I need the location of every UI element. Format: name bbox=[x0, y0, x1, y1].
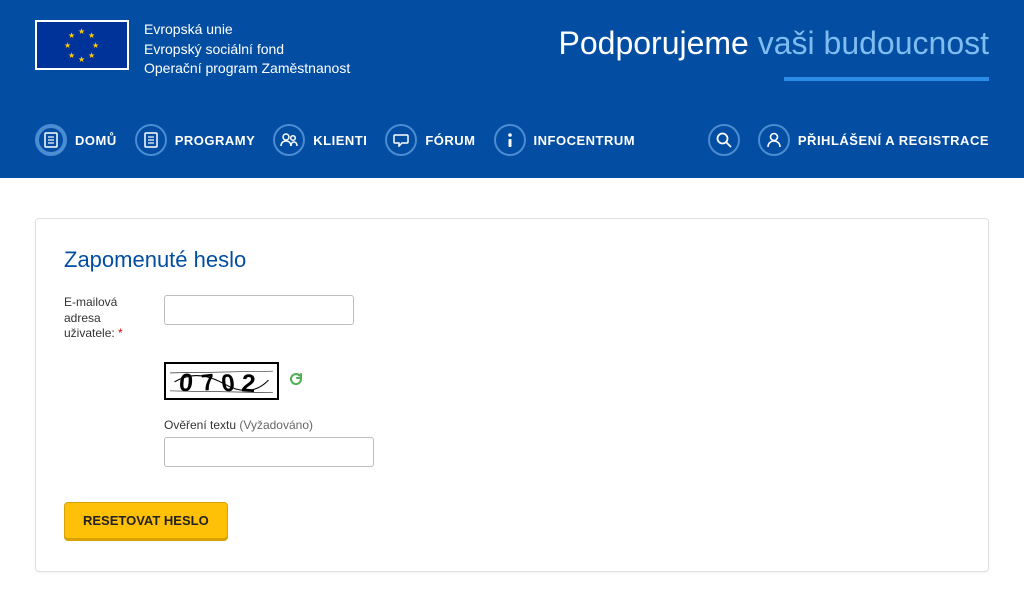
nav-home[interactable]: DOMŮ bbox=[35, 124, 117, 156]
email-field[interactable] bbox=[164, 295, 354, 325]
main-nav: DOMŮ PROGRAMY KLIENTI FÓRUM bbox=[35, 106, 989, 178]
captcha-image: 0 7 0 2 bbox=[164, 362, 279, 400]
speech-bubble-icon bbox=[385, 124, 417, 156]
org-line-2: Evropský sociální fond bbox=[144, 40, 544, 60]
tagline-accent: vaši budoucnost bbox=[758, 25, 989, 61]
info-icon bbox=[494, 124, 526, 156]
svg-text:2: 2 bbox=[241, 369, 257, 398]
organization-text: Evropská unie Evropský sociální fond Ope… bbox=[144, 20, 544, 79]
org-line-1: Evropská unie bbox=[144, 20, 544, 40]
nav-programs[interactable]: PROGRAMY bbox=[135, 124, 256, 156]
required-mark: * bbox=[118, 326, 123, 340]
user-icon bbox=[758, 124, 790, 156]
captcha-input[interactable] bbox=[164, 437, 374, 467]
nav-programs-label: PROGRAMY bbox=[175, 133, 256, 148]
tagline: Podporujeme vaši budoucnost bbox=[559, 20, 990, 81]
eu-flag-logo: ★ ★ ★ ★ ★ ★ ★ ★ bbox=[35, 20, 129, 70]
nav-clients[interactable]: KLIENTI bbox=[273, 124, 367, 156]
nav-infocenter[interactable]: INFOCENTRUM bbox=[494, 124, 636, 156]
tagline-main: Podporujeme bbox=[559, 25, 749, 61]
nav-forum[interactable]: FÓRUM bbox=[385, 124, 475, 156]
nav-login[interactable]: PŘIHLÁŠENÍ A REGISTRACE bbox=[758, 124, 989, 156]
nav-home-label: DOMŮ bbox=[75, 133, 117, 148]
svg-text:0: 0 bbox=[178, 369, 194, 397]
nav-forum-label: FÓRUM bbox=[425, 133, 475, 148]
nav-clients-label: KLIENTI bbox=[313, 133, 367, 148]
search-icon bbox=[708, 124, 740, 156]
tagline-underline bbox=[784, 77, 989, 81]
forgot-password-card: Zapomenuté heslo E-mailová adresa uživat… bbox=[35, 218, 989, 572]
document-icon bbox=[35, 124, 67, 156]
document-icon bbox=[135, 124, 167, 156]
nav-login-label: PŘIHLÁŠENÍ A REGISTRACE bbox=[798, 133, 989, 148]
org-line-3: Operační program Zaměstnanost bbox=[144, 59, 544, 79]
verify-hint: (Vyžadováno) bbox=[239, 418, 313, 432]
users-icon bbox=[273, 124, 305, 156]
refresh-captcha-icon[interactable] bbox=[289, 372, 303, 390]
svg-text:7: 7 bbox=[200, 368, 216, 395]
reset-password-button[interactable]: RESETOVAT HESLO bbox=[64, 502, 228, 539]
page-title: Zapomenuté heslo bbox=[64, 247, 960, 273]
nav-infocenter-label: INFOCENTRUM bbox=[534, 133, 636, 148]
nav-search[interactable] bbox=[708, 124, 740, 156]
email-label: E-mailová adresa uživatele: * bbox=[64, 295, 154, 342]
verify-label: Ověření textu (Vyžadováno) bbox=[164, 418, 960, 432]
